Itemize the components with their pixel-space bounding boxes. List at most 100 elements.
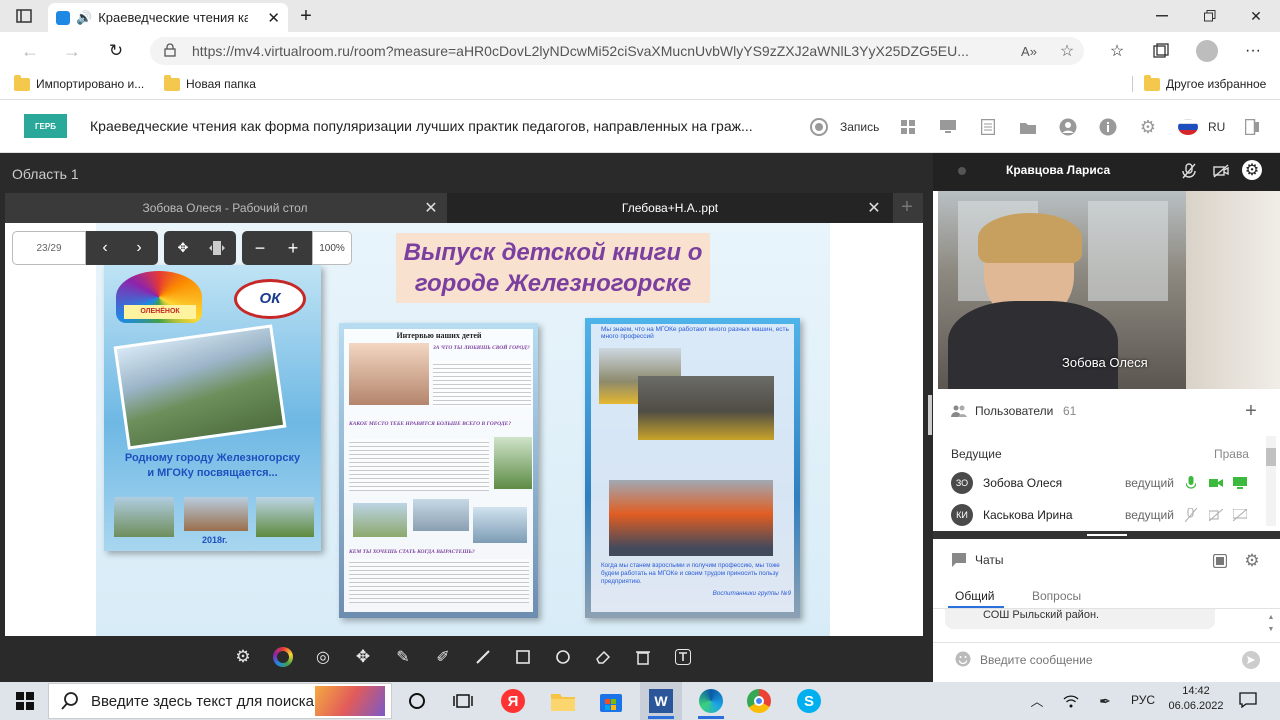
notifications-icon[interactable] — [1238, 690, 1258, 710]
back-icon[interactable]: ← — [20, 41, 40, 61]
pointer-icon[interactable]: ◎ — [312, 646, 334, 668]
zoom-level[interactable]: 100% — [312, 231, 352, 265]
chat-export-icon[interactable] — [1212, 553, 1228, 569]
exit-icon[interactable] — [1242, 117, 1262, 137]
chrome-icon[interactable] — [744, 686, 774, 716]
close-tab-presentation-icon[interactable]: ✕ — [865, 199, 883, 217]
camera-on-icon[interactable] — [1208, 477, 1224, 489]
mic-muted-icon[interactable] — [1180, 162, 1198, 180]
add-user-button[interactable]: + — [1242, 400, 1260, 422]
page-counter[interactable]: 23/29 — [12, 231, 86, 265]
restore-icon[interactable] — [1200, 8, 1220, 24]
toolbar-settings-icon[interactable]: ⚙ — [232, 646, 254, 668]
next-slide-icon[interactable]: › — [130, 239, 148, 257]
pen-icon[interactable]: ✎ — [392, 646, 414, 668]
edge-icon[interactable] — [696, 686, 726, 716]
close-tab-desktop-icon[interactable]: ✕ — [422, 199, 440, 217]
send-icon[interactable] — [1242, 651, 1260, 669]
chat-scrollbar[interactable]: ▲ ▼ — [1266, 612, 1276, 638]
reload-icon[interactable]: ↻ — [106, 41, 126, 61]
users-manage-icon[interactable] — [1058, 117, 1078, 137]
fit-page-icon[interactable]: ✥ — [174, 239, 192, 257]
add-tab-button[interactable]: + — [898, 196, 916, 218]
word-icon[interactable]: W — [646, 686, 676, 716]
tab-presentation[interactable]: Глебова+Н.А..ppt — [447, 193, 893, 223]
minimize-icon[interactable] — [1152, 8, 1172, 24]
more-menu-icon[interactable]: ··· — [1242, 41, 1264, 61]
wifi-icon[interactable] — [1062, 692, 1080, 710]
favorites-icon[interactable]: ☆ — [1106, 41, 1128, 61]
user-name[interactable]: Зобова Олеся — [983, 476, 1062, 490]
taskbar-search[interactable]: Введите здесь текст для поиска — [48, 683, 392, 719]
close-window-icon[interactable]: ✕ — [1246, 8, 1266, 24]
text-tool-icon[interactable] — [672, 646, 694, 668]
chat-settings-icon[interactable]: ⚙ — [1242, 551, 1262, 571]
speaker-icon[interactable]: 🔊 — [76, 10, 92, 26]
cortana-icon[interactable] — [402, 686, 432, 716]
tab-questions[interactable]: Вопросы — [1032, 589, 1081, 603]
mic-on-icon[interactable] — [1184, 475, 1198, 491]
mic-off-icon[interactable] — [1184, 507, 1198, 523]
color-picker-icon[interactable] — [272, 646, 294, 668]
user-name[interactable]: Каськова Ирина — [983, 508, 1073, 522]
document-icon[interactable] — [978, 117, 998, 137]
pen-workspace-icon[interactable]: ✒ — [1096, 692, 1114, 710]
tab-desktop-share[interactable]: Зобова Олеся - Рабочий стол — [5, 193, 445, 223]
zoom-in-icon[interactable]: + — [284, 238, 302, 258]
panel-resize-handle[interactable] — [928, 395, 932, 435]
screen-on-icon[interactable] — [1232, 476, 1248, 490]
collections-icon[interactable] — [1150, 41, 1172, 61]
tab-actions-icon[interactable] — [14, 7, 34, 25]
emoji-icon[interactable] — [955, 651, 971, 667]
trash-icon[interactable] — [632, 646, 654, 668]
folder-files-icon[interactable] — [1018, 117, 1038, 137]
marker-icon[interactable]: ✐ — [432, 646, 454, 668]
move-icon[interactable]: ✥ — [352, 646, 374, 668]
browser-tab[interactable]: 🔊 Краеведческие чтения как форма п ✕ — [48, 3, 288, 32]
rectangle-icon[interactable] — [512, 646, 534, 668]
record-label[interactable]: Запись — [840, 120, 879, 134]
fit-width-icon[interactable] — [208, 239, 226, 257]
ellipse-icon[interactable] — [552, 646, 574, 668]
line-icon[interactable] — [472, 646, 494, 668]
microsoft-store-icon[interactable] — [596, 686, 626, 716]
camera-muted-icon[interactable] — [1212, 162, 1230, 180]
forward-icon[interactable]: → — [62, 41, 82, 61]
bookmark-new-folder[interactable]: Новая папка — [164, 74, 256, 94]
screen-share-icon[interactable] — [938, 117, 958, 137]
input-language[interactable]: РУС — [1131, 693, 1155, 707]
settings-gear-icon[interactable]: ⚙ — [1138, 117, 1158, 137]
prev-slide-icon[interactable]: ‹ — [96, 239, 114, 257]
task-view-icon[interactable] — [448, 686, 478, 716]
layout-grid-icon[interactable] — [898, 117, 918, 137]
new-tab-button[interactable]: + — [296, 5, 316, 27]
zoom-out-icon[interactable]: − — [251, 238, 269, 258]
read-aloud-icon[interactable]: A» — [1018, 41, 1040, 61]
screen-off-icon[interactable] — [1232, 508, 1248, 522]
russian-flag-icon[interactable] — [1178, 119, 1198, 135]
url-field[interactable]: https://mv4.virtualroom.ru/room?measure=… — [150, 37, 1084, 65]
bookmark-other-favorites[interactable]: Другое избранное — [1144, 74, 1266, 94]
tab-general-chat[interactable]: Общий — [955, 589, 995, 603]
yandex-browser-icon[interactable]: Я — [498, 686, 528, 716]
close-tab-icon[interactable]: ✕ — [267, 9, 280, 27]
info-icon[interactable] — [1098, 117, 1118, 137]
add-favorite-icon[interactable]: ☆ — [1056, 41, 1078, 61]
eraser-icon[interactable] — [592, 646, 614, 668]
group-signature: Воспитанники группы №9 — [712, 590, 791, 597]
file-explorer-icon[interactable] — [548, 686, 578, 716]
video-settings-icon[interactable]: ⚙ — [1242, 160, 1262, 180]
record-icon[interactable] — [810, 118, 828, 136]
bookmark-imported[interactable]: Импортировано и... — [14, 74, 144, 94]
camera-off-icon[interactable] — [1208, 509, 1224, 521]
chat-input[interactable] — [980, 650, 1230, 670]
profile-avatar[interactable] — [1196, 40, 1218, 62]
separator-handle[interactable] — [1087, 534, 1127, 536]
clock[interactable]: 14:42 06.06.2022 — [1168, 684, 1224, 714]
language-label[interactable]: RU — [1208, 120, 1225, 134]
users-scrollbar[interactable] — [1266, 436, 1276, 526]
show-hidden-icons[interactable]: ︿ — [1028, 690, 1046, 710]
workers-photo — [609, 480, 773, 556]
start-button[interactable] — [10, 686, 40, 716]
skype-icon[interactable]: S — [794, 686, 824, 716]
